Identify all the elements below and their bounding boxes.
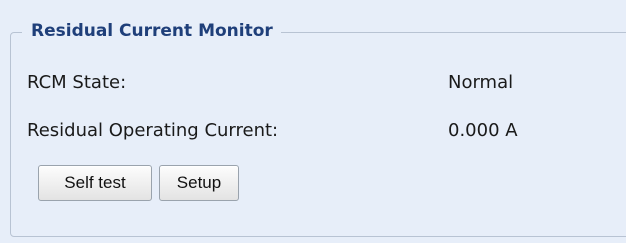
rcm-state-label: RCM State:	[27, 72, 127, 93]
panel-title: Residual Current Monitor	[22, 18, 281, 44]
setup-button[interactable]: Setup	[159, 165, 239, 201]
rcm-panel: Residual Current Monitor RCM State: Norm…	[0, 0, 626, 243]
residual-current-value: 0.000 A	[448, 120, 518, 141]
residual-current-label: Residual Operating Current:	[27, 120, 279, 141]
self-test-button[interactable]: Self test	[38, 165, 152, 201]
rcm-state-value: Normal	[448, 72, 514, 93]
